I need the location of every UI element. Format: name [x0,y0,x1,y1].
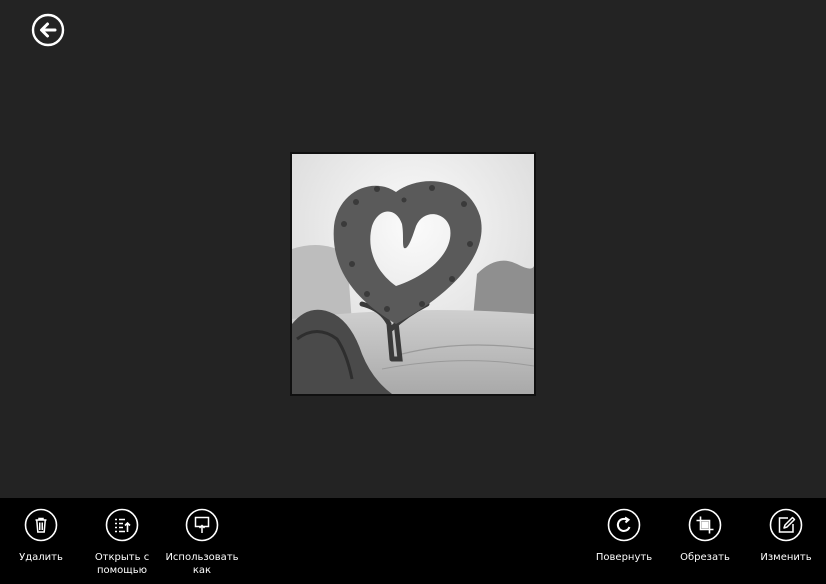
back-button[interactable] [31,13,65,47]
rotate-button[interactable]: Повернуть [582,508,666,564]
set-as-icon [185,508,219,542]
app-bar: Удалить Открыть с помощью Использовать к… [0,498,826,584]
open-with-icon [105,508,139,542]
photo-image [292,154,534,394]
crop-icon [688,508,722,542]
crop-label: Обрезать [680,552,730,563]
photo[interactable] [290,152,536,396]
edit-icon [769,508,803,542]
back-arrow-icon [31,13,65,47]
edit-button[interactable]: Изменить [744,508,826,564]
open-with-label: Открыть с помощью [94,552,150,576]
trash-icon [24,508,58,542]
photo-viewer [0,0,826,498]
delete-button[interactable]: Удалить [0,508,83,564]
crop-button[interactable]: Обрезать [663,508,747,564]
rotate-label: Повернуть [595,552,653,563]
open-with-button[interactable]: Открыть с помощью [80,508,164,577]
edit-label: Изменить [760,552,812,563]
set-as-button[interactable]: Использовать как [160,508,244,577]
delete-label: Удалить [19,552,63,563]
rotate-icon [607,508,641,542]
set-as-label: Использовать как [165,552,239,576]
